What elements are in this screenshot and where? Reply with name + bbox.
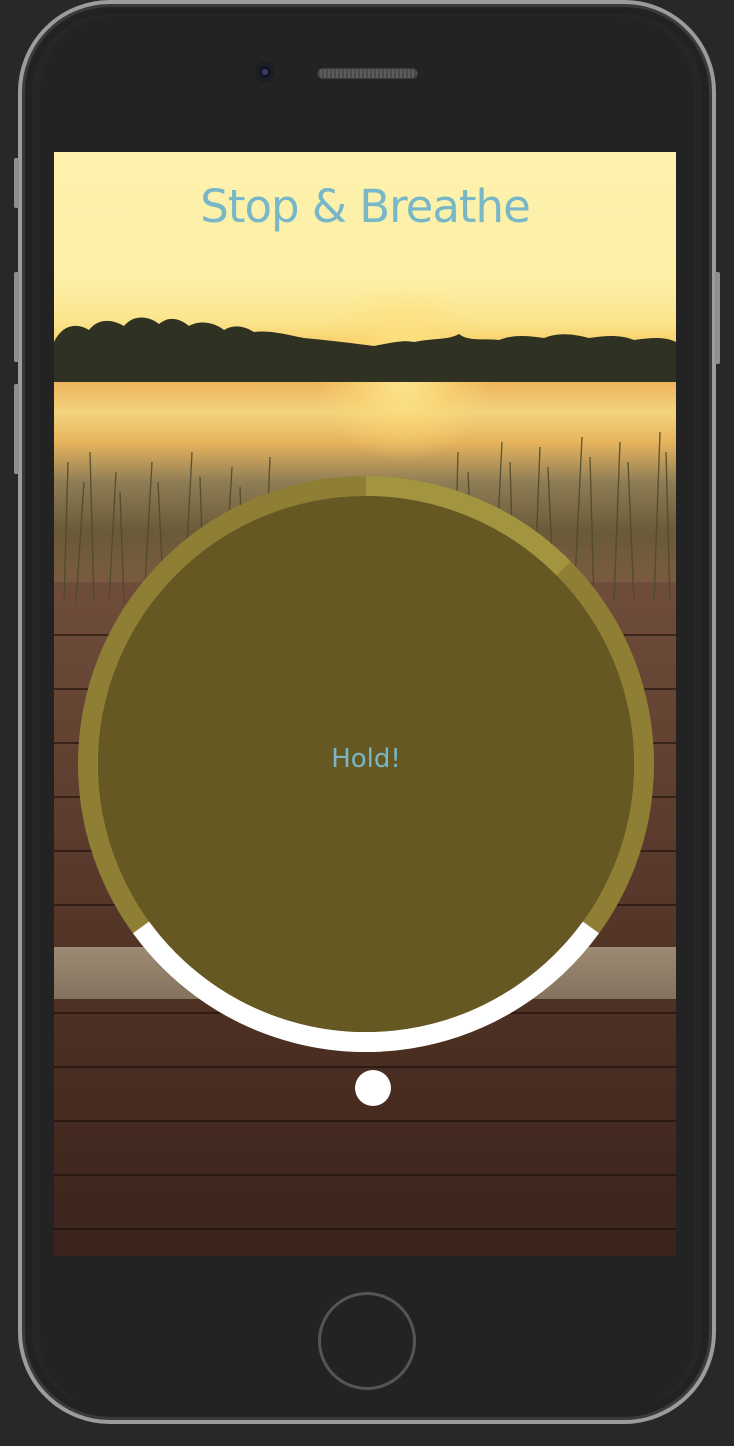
app-title: Stop & Breathe — [200, 180, 531, 233]
mute-switch — [14, 158, 19, 208]
app-screen: Stop & Breathe Hold! — [54, 152, 676, 1256]
treeline-silhouette — [54, 317, 676, 382]
front-camera-icon — [255, 62, 275, 82]
progress-indicator-dot — [355, 1070, 391, 1106]
volume-up-button — [14, 272, 19, 362]
earpiece-speaker — [317, 68, 418, 79]
breath-instruction: Hold! — [331, 744, 401, 774]
power-button — [715, 272, 720, 364]
home-button[interactable] — [318, 1292, 416, 1390]
volume-down-button — [14, 384, 19, 474]
